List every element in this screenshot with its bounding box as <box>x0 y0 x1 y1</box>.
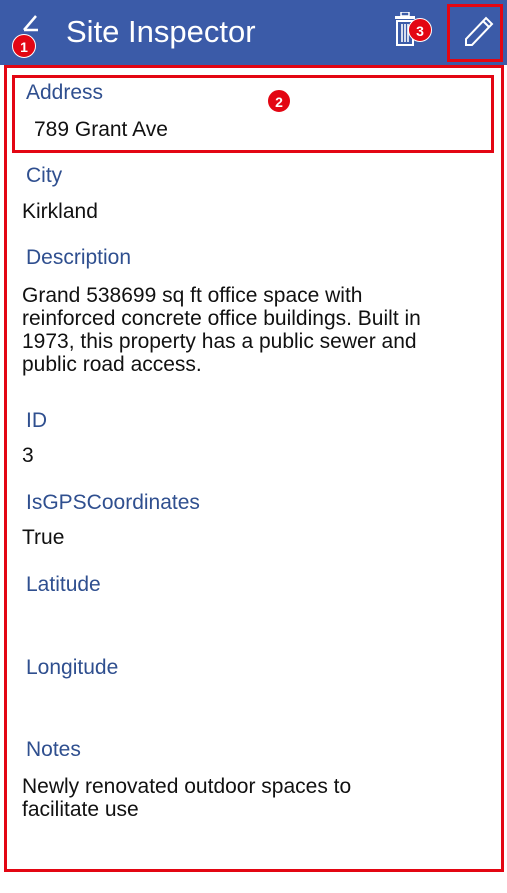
id-label: ID <box>26 409 47 432</box>
edit-button[interactable] <box>458 11 496 51</box>
is-gps-label: IsGPSCoordinates <box>26 491 200 514</box>
id-value: 3 <box>22 444 34 467</box>
city-value: Kirkland <box>22 200 98 223</box>
notes-label: Notes <box>26 738 81 761</box>
longitude-label: Longitude <box>26 656 119 679</box>
is-gps-value: True <box>22 526 65 549</box>
pencil-icon <box>465 16 494 46</box>
city-label: City <box>26 164 63 187</box>
app-title: Site Inspector <box>66 14 256 49</box>
latitude-label: Latitude <box>26 573 101 596</box>
notes-value: Newly renovated outdoor spaces to facili… <box>22 775 352 821</box>
annotation-badge-3: 3 <box>408 18 432 42</box>
address-value: 789 Grant Ave <box>34 118 168 141</box>
address-label: Address <box>26 81 104 104</box>
annotation-badge-1: 1 <box>12 34 36 58</box>
description-label: Description <box>26 246 132 269</box>
annotation-badge-2: 2 <box>267 89 291 113</box>
description-value: Grand 538699 sq ft office space with rei… <box>22 284 421 376</box>
